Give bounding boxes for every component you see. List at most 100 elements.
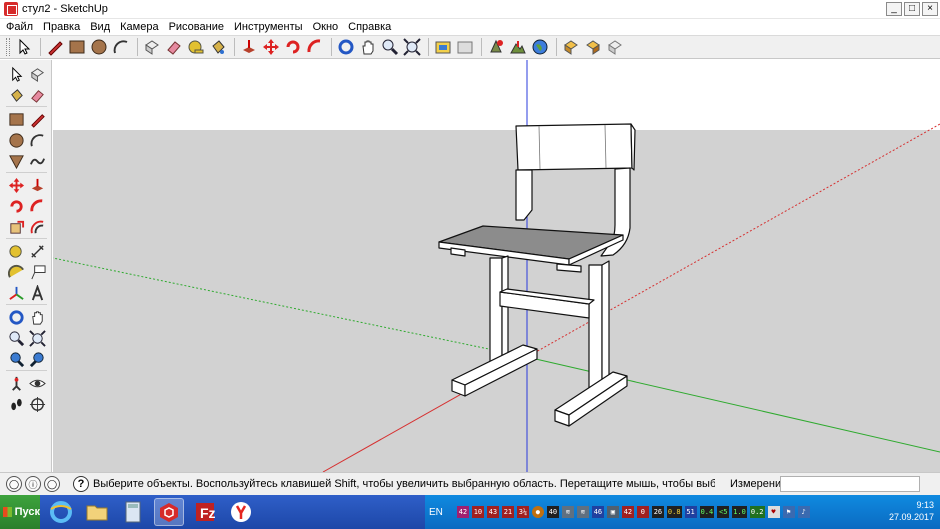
tray-monitor-value[interactable]: 0.2 xyxy=(749,506,765,518)
tray-monitor-value[interactable]: 1.0 xyxy=(732,506,747,518)
tray-monitor-value[interactable]: 46 xyxy=(591,506,604,518)
rotate-tool-button[interactable] xyxy=(283,37,303,57)
text-tool-button[interactable] xyxy=(27,262,48,283)
eraser-tool-button[interactable] xyxy=(27,85,48,106)
tape-measure-button[interactable] xyxy=(6,241,27,262)
zoom-window-button[interactable] xyxy=(27,328,48,349)
scale-tool-button[interactable] xyxy=(6,217,27,238)
select-tool-button[interactable] xyxy=(14,37,34,57)
taskbar-yandex-browser[interactable] xyxy=(226,498,256,526)
polygon-tool-button[interactable] xyxy=(6,151,27,172)
tray-monitor-value[interactable]: 0.8 xyxy=(666,506,682,518)
menu-window[interactable]: Окно xyxy=(313,21,339,33)
tray-monitor-value[interactable]: 26 xyxy=(651,506,664,518)
taskbar-filezilla[interactable]: Fz xyxy=(190,498,220,526)
tray-network-icon[interactable]: ≋ xyxy=(576,506,589,518)
taskbar-calculator[interactable] xyxy=(118,498,148,526)
select-tool-button[interactable] xyxy=(6,64,27,85)
make-component-button[interactable] xyxy=(27,64,48,85)
component-options-button[interactable] xyxy=(561,37,581,57)
tray-monitor-value[interactable]: <5 xyxy=(717,506,730,518)
taskbar-explorer[interactable] xyxy=(82,498,112,526)
line-tool-button[interactable] xyxy=(27,109,48,130)
google-earth-button[interactable] xyxy=(530,37,550,57)
zoom-tool-button[interactable] xyxy=(380,37,400,57)
tray-monitor-value[interactable]: 0.4 xyxy=(699,506,715,518)
pan-tool-button[interactable] xyxy=(27,307,48,328)
previous-view-button[interactable] xyxy=(6,349,27,370)
close-button[interactable]: × xyxy=(922,2,938,16)
eraser-tool-button[interactable] xyxy=(164,37,184,57)
menu-help[interactable]: Справка xyxy=(348,21,391,33)
rectangle-tool-button[interactable] xyxy=(67,37,87,57)
dimension-tool-button[interactable] xyxy=(27,241,48,262)
tray-monitor-value[interactable]: 40 xyxy=(546,506,559,518)
start-button[interactable]: Пуск xyxy=(0,495,40,529)
extension-warehouse-button[interactable] xyxy=(583,37,603,57)
zoom-extents-button[interactable] xyxy=(402,37,422,57)
offset-tool-button[interactable] xyxy=(27,217,48,238)
tray-monitor-value[interactable]: 42 xyxy=(456,506,469,518)
toggle-terrain-button[interactable] xyxy=(508,37,528,57)
tray-disk-icon[interactable]: ▣ xyxy=(606,506,619,518)
orbit-tool-button[interactable] xyxy=(6,307,27,328)
maximize-button[interactable]: □ xyxy=(904,2,920,16)
zoom-tool-button[interactable] xyxy=(6,328,27,349)
menu-draw[interactable]: Рисование xyxy=(169,21,224,33)
layout-button[interactable] xyxy=(605,37,625,57)
get-models-button[interactable] xyxy=(433,37,453,57)
paint-bucket-button[interactable] xyxy=(208,37,228,57)
menu-edit[interactable]: Правка xyxy=(43,21,80,33)
scene-canvas[interactable] xyxy=(53,60,940,472)
tray-speaker-icon[interactable]: ♪ xyxy=(797,506,810,518)
tray-monitor-value[interactable]: 51 xyxy=(684,506,697,518)
credits-icon[interactable]: ⓘ xyxy=(25,476,41,492)
tray-monitor-value[interactable]: 10 xyxy=(471,506,484,518)
next-view-button[interactable] xyxy=(27,349,48,370)
system-clock[interactable]: 9:13 27.09.2017 xyxy=(889,499,934,523)
share-model-button[interactable] xyxy=(455,37,475,57)
tape-measure-button[interactable] xyxy=(186,37,206,57)
geo-location-icon[interactable]: ◯ xyxy=(6,476,22,492)
follow-me-button[interactable] xyxy=(305,37,325,57)
model-viewport[interactable] xyxy=(53,60,940,472)
push-pull-button[interactable] xyxy=(239,37,259,57)
tray-flag-icon[interactable]: ⚑ xyxy=(782,506,795,518)
tray-network-icon[interactable]: ≋ xyxy=(561,506,574,518)
tray-shield-icon[interactable]: ♥ xyxy=(767,506,780,518)
add-location-button[interactable] xyxy=(486,37,506,57)
user-account-icon[interactable]: ◯ xyxy=(44,476,60,492)
move-tool-button[interactable] xyxy=(6,175,27,196)
tray-monitor-value[interactable]: 3¼ xyxy=(516,506,529,518)
pan-tool-button[interactable] xyxy=(358,37,378,57)
axes-tool-button[interactable] xyxy=(6,283,27,304)
measurements-input[interactable] xyxy=(780,476,920,492)
3d-text-tool-button[interactable] xyxy=(27,283,48,304)
walk-tool-button[interactable] xyxy=(6,394,27,415)
tray-monitor-value[interactable]: 0 xyxy=(636,506,649,518)
tray-monitor-value[interactable]: 21 xyxy=(501,506,514,518)
make-component-button[interactable] xyxy=(142,37,162,57)
chair-backrest[interactable] xyxy=(515,123,633,171)
position-camera-button[interactable] xyxy=(6,373,27,394)
tray-monitor-value[interactable]: 43 xyxy=(486,506,499,518)
arc-tool-button[interactable] xyxy=(111,37,131,57)
taskbar-sketchup[interactable] xyxy=(154,498,184,526)
taskbar-internet-explorer[interactable] xyxy=(46,498,76,526)
push-pull-button[interactable] xyxy=(27,175,48,196)
instructor-help-icon[interactable]: ? xyxy=(73,476,89,492)
orbit-tool-button[interactable] xyxy=(336,37,356,57)
section-plane-button[interactable] xyxy=(27,394,48,415)
menu-tools[interactable]: Инструменты xyxy=(234,21,303,33)
move-tool-button[interactable] xyxy=(261,37,281,57)
language-indicator[interactable]: EN xyxy=(429,507,443,518)
toolbar-grip[interactable] xyxy=(6,38,10,56)
menu-camera[interactable]: Камера xyxy=(120,21,158,33)
protractor-tool-button[interactable] xyxy=(6,262,27,283)
follow-me-button[interactable] xyxy=(27,196,48,217)
menu-view[interactable]: Вид xyxy=(90,21,110,33)
rectangle-tool-button[interactable] xyxy=(6,109,27,130)
arc-tool-button[interactable] xyxy=(27,130,48,151)
look-around-button[interactable] xyxy=(27,373,48,394)
freehand-tool-button[interactable] xyxy=(27,151,48,172)
